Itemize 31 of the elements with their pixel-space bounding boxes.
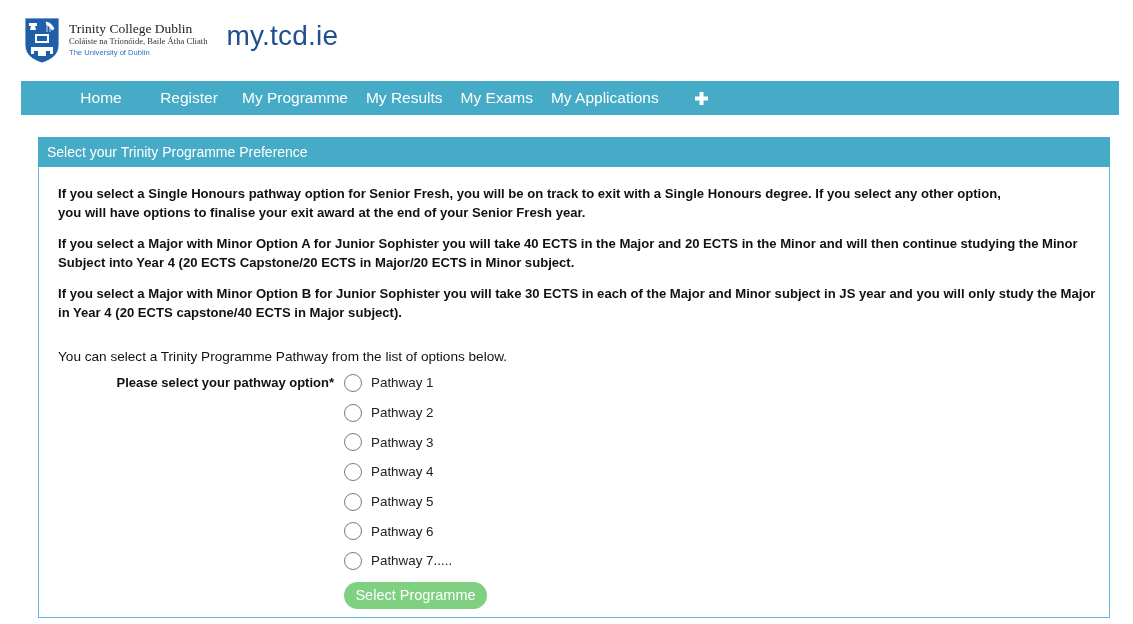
radio-button[interactable] bbox=[344, 403, 362, 422]
field-label: Please select your pathway option* bbox=[115, 374, 334, 392]
radio-button[interactable] bbox=[344, 373, 362, 392]
option-label: Pathway 2 bbox=[371, 405, 434, 421]
nav-link[interactable]: Home bbox=[57, 81, 145, 115]
option-label: Pathway 6 bbox=[371, 523, 434, 539]
radio-button[interactable] bbox=[344, 433, 362, 452]
radio-button[interactable] bbox=[344, 492, 362, 511]
info-paragraph: If you select a Major with Minor Option B for Junior Sophister you will take 30 ECTS in each of the Major and Minor subject in JS year and you will only study the Major in Year 4 (20 ECTS capstone/40 ECTS in Major subject). bbox=[58, 285, 1097, 322]
logo-irish-name: Coláiste na Tríonóide, Baile Átha Cliath bbox=[69, 35, 208, 47]
nav-link[interactable]: My Exams bbox=[451, 81, 542, 115]
radio-button[interactable] bbox=[344, 522, 362, 541]
info-paragraph: If you select a Major with Minor Option A for Junior Sophister you will take 40 ECTS in the Major and 20 ECTS in the Minor and will then continue studying the Minor Subject into Year 4 (20 ECTS Capstone/20 ECTS in Major/20 ECTS in Minor subject. bbox=[58, 235, 1079, 272]
plus-icon[interactable] bbox=[695, 91, 709, 105]
logo-name: Trinity College Dublin bbox=[69, 20, 194, 36]
nav-link[interactable]: My Programme bbox=[233, 81, 357, 115]
radio-button[interactable] bbox=[344, 551, 362, 570]
panel-title: Select your Trinity Programme Preference bbox=[38, 137, 1110, 167]
radio-button[interactable] bbox=[344, 462, 362, 481]
nav-link[interactable]: My Results bbox=[356, 81, 452, 115]
intro-text: You can select a Trinity Programme Pathway from the list of options below. bbox=[58, 348, 509, 366]
info-paragraph: If you select a Single Honours pathway option for Senior Fresh, you will be on track to exit with a Single Honours degree. If you select any other option, you will have options to finalise your exit award at the end of your Senior Fresh year. bbox=[58, 185, 1002, 222]
nav-link[interactable]: Register bbox=[145, 81, 233, 115]
option-label: Pathway 1 bbox=[371, 375, 434, 391]
site-title: my.tcd.ie bbox=[226, 19, 339, 52]
nav-link[interactable]: My Applications bbox=[541, 81, 668, 115]
shield-crest-icon bbox=[24, 17, 60, 64]
option-label: Pathway 4 bbox=[371, 464, 434, 480]
option-label: Pathway 5 bbox=[371, 494, 434, 510]
option-label: Pathway 7..... bbox=[371, 553, 453, 569]
option-label: Pathway 3 bbox=[371, 434, 434, 450]
